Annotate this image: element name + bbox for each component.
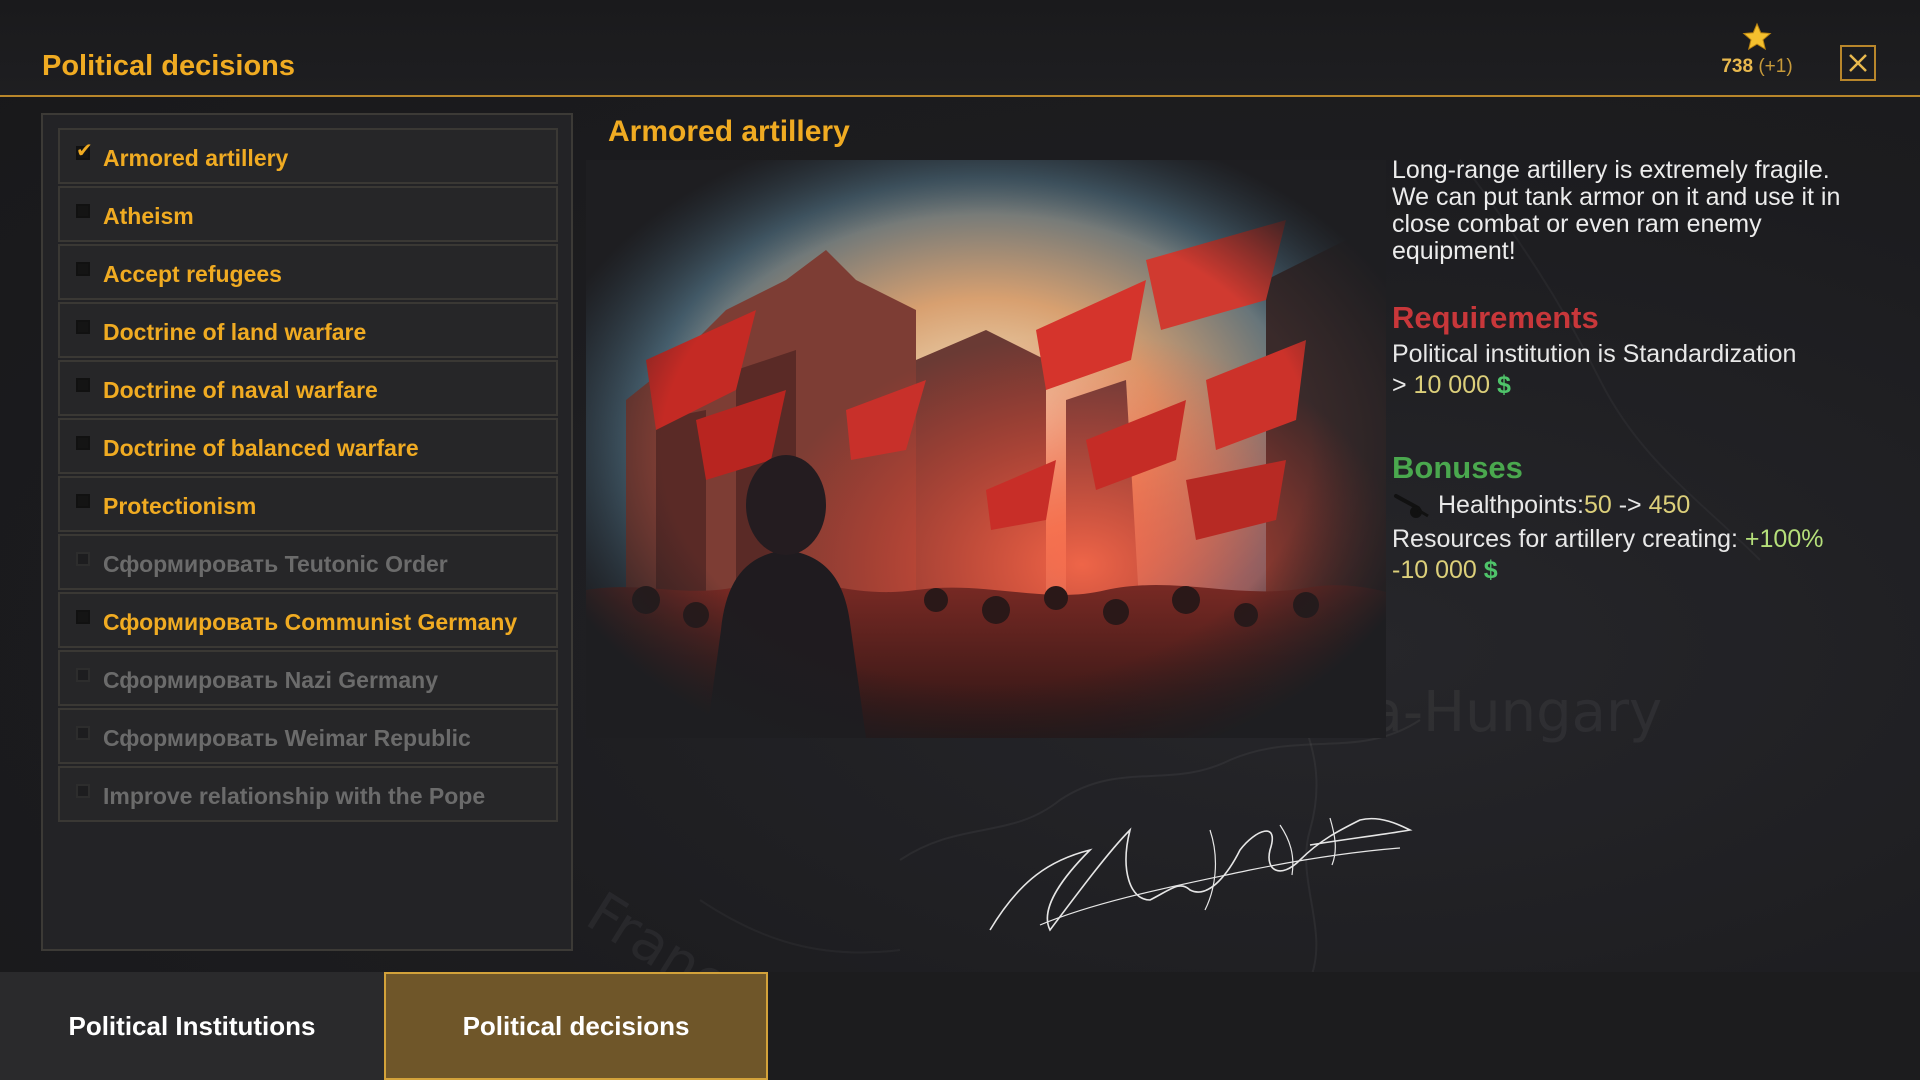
decision-description: Long-range artillery is extremely fragil…: [1392, 156, 1841, 265]
healthpoints-label: Healthpoints:: [1438, 490, 1584, 519]
decision-item[interactable]: Protectionism: [58, 476, 558, 532]
header-bar: Political decisions 738 (+1): [0, 0, 1920, 97]
healthpoints-to: 450: [1648, 490, 1691, 519]
decision-illustration: [586, 160, 1386, 738]
tab-political-institutions[interactable]: Political Institutions: [0, 972, 384, 1080]
decision-item-label: Doctrine of balanced warfare: [103, 435, 419, 461]
decision-item[interactable]: Сформировать Weimar Republic: [58, 708, 558, 764]
tab-political-decisions[interactable]: Political decisions: [384, 972, 768, 1080]
decision-item-label: Armored artillery: [103, 145, 289, 171]
decision-checkbox[interactable]: [76, 262, 90, 276]
decision-item[interactable]: Accept refugees: [58, 244, 558, 300]
bonus-cost: -10 000 $: [1392, 556, 1498, 585]
decision-checkbox[interactable]: [76, 436, 90, 450]
decision-item[interactable]: Doctrine of balanced warfare: [58, 418, 558, 474]
decision-checkbox[interactable]: [76, 784, 90, 798]
score-display: 738 (+1): [1712, 22, 1802, 78]
bonuses-heading: Bonuses: [1392, 450, 1523, 485]
decision-item[interactable]: ✔ Armored artillery: [58, 128, 558, 184]
decision-item-label: Сформировать Communist Germany: [103, 609, 518, 635]
decision-checkbox[interactable]: [76, 610, 90, 624]
resources-value: +100%: [1744, 525, 1824, 553]
decision-item[interactable]: Сформировать Teutonic Order: [58, 534, 558, 590]
checkmark-icon: ✔: [76, 140, 93, 162]
decision-checkbox[interactable]: [76, 320, 90, 334]
decision-item[interactable]: Improve relationship with the Pope: [58, 766, 558, 822]
close-button[interactable]: [1840, 45, 1876, 81]
decision-item[interactable]: Сформировать Communist Germany: [58, 592, 558, 648]
star-icon: [1742, 22, 1772, 51]
requirement-institution: Political institution is Standardization: [1392, 340, 1797, 368]
decision-item-label: Atheism: [103, 203, 194, 229]
cost-value: -10 000: [1392, 556, 1477, 584]
decision-item-label: Protectionism: [103, 493, 257, 519]
decision-item-label: Doctrine of land warfare: [103, 319, 367, 345]
dollar-icon: $: [1496, 371, 1511, 399]
dollar-icon: $: [1483, 556, 1498, 584]
decision-title: Armored artillery: [608, 115, 850, 148]
bonus-healthpoints: Healthpoints: 50 -> 450: [1392, 490, 1690, 520]
decision-item[interactable]: Atheism: [58, 186, 558, 242]
requirement-money: > 10 000 $: [1392, 371, 1511, 400]
decisions-list-panel: ✔ Armored artillery Atheism Accept refugees…: [41, 113, 573, 951]
requirements-heading: Requirements: [1392, 300, 1599, 335]
decision-item-label: Сформировать Nazi Germany: [103, 667, 438, 693]
score-value: 738: [1721, 56, 1754, 77]
decision-checkbox[interactable]: [76, 668, 90, 682]
bonus-resources: Resources for artillery creating: +100%: [1392, 525, 1823, 554]
decision-item[interactable]: Doctrine of naval warfare: [58, 360, 558, 416]
decision-item-label: Accept refugees: [103, 261, 282, 287]
decision-checkbox[interactable]: [76, 726, 90, 740]
artillery-icon: [1394, 494, 1429, 518]
leader-signature: [989, 817, 1413, 932]
page-title: Political decisions: [42, 50, 296, 82]
resources-label: Resources for artillery creating:: [1392, 525, 1745, 553]
decision-item-label: Сформировать Teutonic Order: [103, 551, 448, 577]
close-icon: [1849, 54, 1867, 72]
decision-item[interactable]: Сформировать Nazi Germany: [58, 650, 558, 706]
decision-item-label: Doctrine of naval warfare: [103, 377, 378, 403]
decision-item-label: Сформировать Weimar Republic: [103, 725, 471, 751]
decision-checkbox[interactable]: [76, 494, 90, 508]
political-decisions-screen: Austria-Hungary France Political decisio…: [0, 0, 1920, 1080]
decision-item[interactable]: Doctrine of land warfare: [58, 302, 558, 358]
decision-checkbox[interactable]: [76, 378, 90, 392]
requirement-money-value: 10 000: [1413, 371, 1491, 399]
healthpoints-arrow: ->: [1611, 490, 1649, 519]
healthpoints-from: 50: [1583, 490, 1612, 519]
decisions-list: ✔ Armored artillery Atheism Accept refugees…: [58, 128, 558, 824]
requirement-money-prefix: >: [1392, 371, 1414, 399]
decision-checkbox[interactable]: [76, 552, 90, 566]
decision-checkbox[interactable]: [76, 204, 90, 218]
decision-item-label: Improve relationship with the Pope: [103, 783, 486, 809]
score-delta: (+1): [1758, 56, 1793, 77]
